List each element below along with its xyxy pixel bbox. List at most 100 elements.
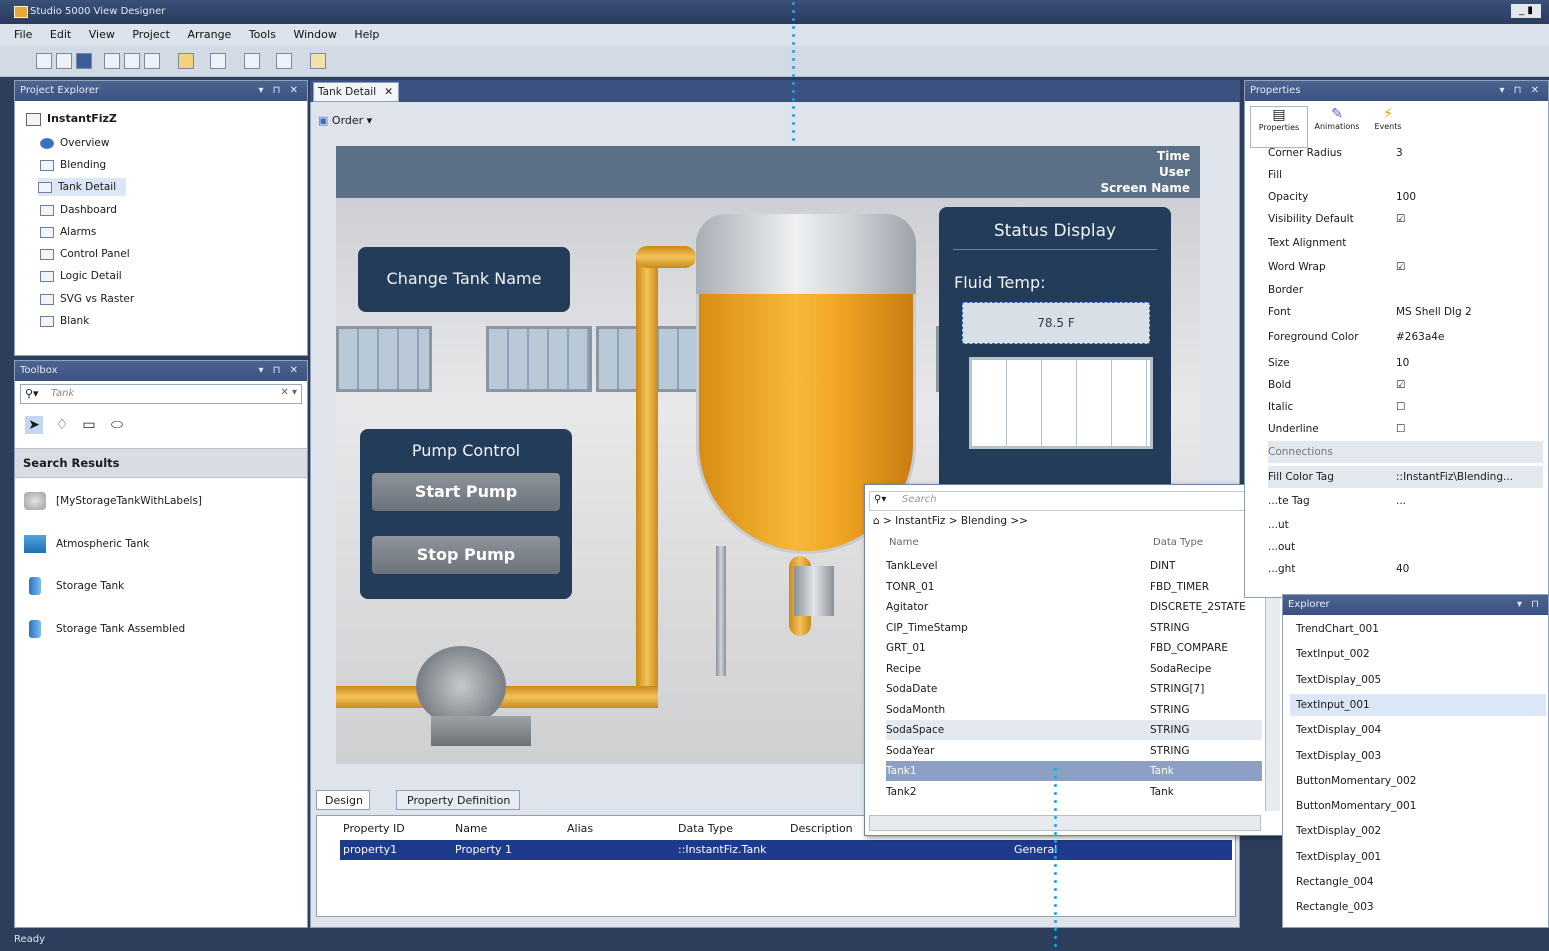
- close-icon[interactable]: ✕: [384, 83, 393, 102]
- tag-row[interactable]: SodaDate STRING[7]: [886, 679, 1262, 699]
- cell-property-id[interactable]: property1: [343, 843, 397, 856]
- property-row[interactable]: Underline ☐: [1268, 418, 1543, 440]
- property-row[interactable]: Fill: [1268, 164, 1543, 186]
- start-pump-button[interactable]: Start Pump: [372, 473, 560, 511]
- tab-animations[interactable]: ✎ Animations: [1308, 106, 1366, 146]
- pointer-tool-icon[interactable]: ➤: [25, 416, 43, 434]
- property-row[interactable]: Font MS Shell Dlg 2: [1268, 301, 1543, 323]
- tree-item-dashboard[interactable]: Dashboard: [40, 201, 117, 219]
- property-value[interactable]: #263a4e: [1396, 326, 1444, 348]
- menu-window[interactable]: Window: [293, 28, 336, 41]
- stop-pump-button[interactable]: Stop Pump: [372, 536, 560, 574]
- fluid-temp-value[interactable]: 78.5 F: [962, 302, 1150, 344]
- trend-chart[interactable]: [969, 357, 1153, 449]
- menu-help[interactable]: Help: [354, 28, 379, 41]
- property-row[interactable]: Text Alignment: [1268, 232, 1543, 254]
- save-icon[interactable]: [76, 53, 92, 69]
- explorer-item[interactable]: ButtonMomentary_001: [1296, 795, 1416, 817]
- menu-project[interactable]: Project: [132, 28, 170, 41]
- property-row[interactable]: Opacity 100: [1268, 186, 1543, 208]
- cut-icon[interactable]: [104, 53, 120, 69]
- menu-edit[interactable]: Edit: [50, 28, 71, 41]
- property-value[interactable]: 10: [1396, 352, 1409, 374]
- tree-item-svg-vs-raster[interactable]: SVG vs Raster: [40, 290, 134, 308]
- menu-file[interactable]: File: [14, 28, 32, 41]
- property-row[interactable]: Italic ☐: [1268, 396, 1543, 418]
- panel-controls[interactable]: ▾ ⊓ ✕: [258, 81, 301, 101]
- property-value[interactable]: 100: [1396, 186, 1416, 208]
- tree-item-overview[interactable]: Overview: [40, 134, 109, 152]
- property-row[interactable]: Foreground Color #263a4e: [1268, 326, 1543, 348]
- tab-design[interactable]: Design: [316, 790, 370, 810]
- tag-row[interactable]: Tank2 Tank: [886, 782, 1262, 802]
- tag-search-input[interactable]: ⚲▾ Search: [869, 491, 1275, 511]
- cell-data-type[interactable]: ::InstantFiz.Tank: [678, 843, 767, 856]
- property-row[interactable]: Border: [1268, 279, 1543, 301]
- property-value[interactable]: ...: [1396, 490, 1406, 512]
- tab-property-definition[interactable]: Property Definition: [396, 790, 520, 810]
- property-value[interactable]: ☐: [1396, 418, 1405, 440]
- explorer-item[interactable]: TextDisplay_002: [1296, 820, 1381, 842]
- change-tank-name-button[interactable]: Change Tank Name: [358, 247, 570, 312]
- result-item[interactable]: [MyStorageTankWithLabels]: [24, 490, 202, 512]
- menu-view[interactable]: View: [89, 28, 115, 41]
- property-value[interactable]: ☐: [1396, 396, 1405, 418]
- copy-icon[interactable]: [124, 53, 140, 69]
- property-row[interactable]: ...out: [1268, 536, 1543, 558]
- horizontal-scrollbar[interactable]: [869, 815, 1261, 831]
- property-value[interactable]: MS Shell Dlg 2: [1396, 301, 1472, 323]
- property-row[interactable]: Bold ☑: [1268, 374, 1543, 396]
- tab-tank-detail[interactable]: Tank Detail ✕: [313, 82, 399, 102]
- cell-category[interactable]: General: [1014, 843, 1057, 856]
- property-value[interactable]: ☑: [1396, 256, 1405, 278]
- panel-controls[interactable]: ▾ ⊓: [1517, 595, 1542, 615]
- project-root[interactable]: InstantFizZ: [26, 112, 117, 126]
- property-row[interactable]: Fill Color Tag::InstantFiz\Blending...: [1268, 466, 1543, 488]
- tree-item-blending[interactable]: Blending: [40, 156, 106, 174]
- result-item[interactable]: Storage Tank: [24, 575, 124, 597]
- property-value[interactable]: 40: [1396, 558, 1409, 580]
- menu-tools[interactable]: Tools: [249, 28, 276, 41]
- tree-item-alarms[interactable]: Alarms: [40, 223, 96, 241]
- explorer-item[interactable]: TextDisplay_005: [1296, 669, 1381, 691]
- search-input[interactable]: Tank: [51, 388, 74, 399]
- clear-icon[interactable]: ✕ ▾: [280, 387, 297, 398]
- column-header-type[interactable]: Data Type: [1153, 537, 1203, 548]
- cell-name[interactable]: Property 1: [455, 843, 512, 856]
- ellipse-tool-icon[interactable]: ⬭: [108, 416, 126, 434]
- zoom-icon[interactable]: [276, 53, 292, 69]
- property-row[interactable]: Corner Radius 3: [1268, 142, 1543, 164]
- property-row[interactable]: ...ut: [1268, 514, 1543, 536]
- property-row[interactable]: Visibility Default ☑: [1268, 208, 1543, 230]
- column-header[interactable]: Alias: [567, 822, 593, 835]
- tag-row[interactable]: Agitator DISCRETE_2STATE: [886, 597, 1262, 617]
- explorer-item[interactable]: TrendChart_001: [1296, 618, 1379, 640]
- order-button[interactable]: ▣ Order ▾: [318, 110, 388, 132]
- tab-events[interactable]: ⚡ Events: [1368, 106, 1408, 146]
- column-header[interactable]: Property ID: [343, 822, 405, 835]
- property-value[interactable]: ☑: [1396, 374, 1405, 396]
- paste-icon[interactable]: [144, 53, 160, 69]
- tree-item-tank-detail[interactable]: Tank Detail: [38, 178, 126, 196]
- column-header[interactable]: Name: [455, 822, 487, 835]
- open-icon[interactable]: [56, 53, 72, 69]
- tag-row[interactable]: CIP_TimeStamp STRING: [886, 618, 1262, 638]
- result-item[interactable]: Atmospheric Tank: [24, 533, 149, 555]
- column-header-name[interactable]: Name: [889, 537, 919, 548]
- column-header[interactable]: Data Type: [678, 822, 733, 835]
- pen-tool-icon[interactable]: ♢: [53, 416, 71, 434]
- result-item[interactable]: Storage Tank Assembled: [24, 618, 185, 640]
- window-controls[interactable]: _ ▮: [1511, 4, 1541, 18]
- panel-controls[interactable]: ▾ ⊓ ✕: [258, 361, 301, 381]
- explorer-item[interactable]: Rectangle_004: [1296, 871, 1374, 893]
- download-icon[interactable]: [178, 53, 194, 69]
- new-icon[interactable]: [36, 53, 52, 69]
- property-row[interactable]: Size 10: [1268, 352, 1543, 374]
- tag-row[interactable]: SodaMonth STRING: [886, 700, 1262, 720]
- property-row[interactable]: Word Wrap ☑: [1268, 256, 1543, 278]
- explorer-item[interactable]: TextInput_002: [1296, 643, 1370, 665]
- tag-row[interactable]: GRT_01 FBD_COMPARE: [886, 638, 1262, 658]
- tag-row[interactable]: TankLevel DINT: [886, 556, 1262, 576]
- tag-row[interactable]: Tank1 Tank: [886, 761, 1262, 781]
- breadcrumb[interactable]: ⌂ > InstantFiz > Blending >>: [873, 515, 1028, 527]
